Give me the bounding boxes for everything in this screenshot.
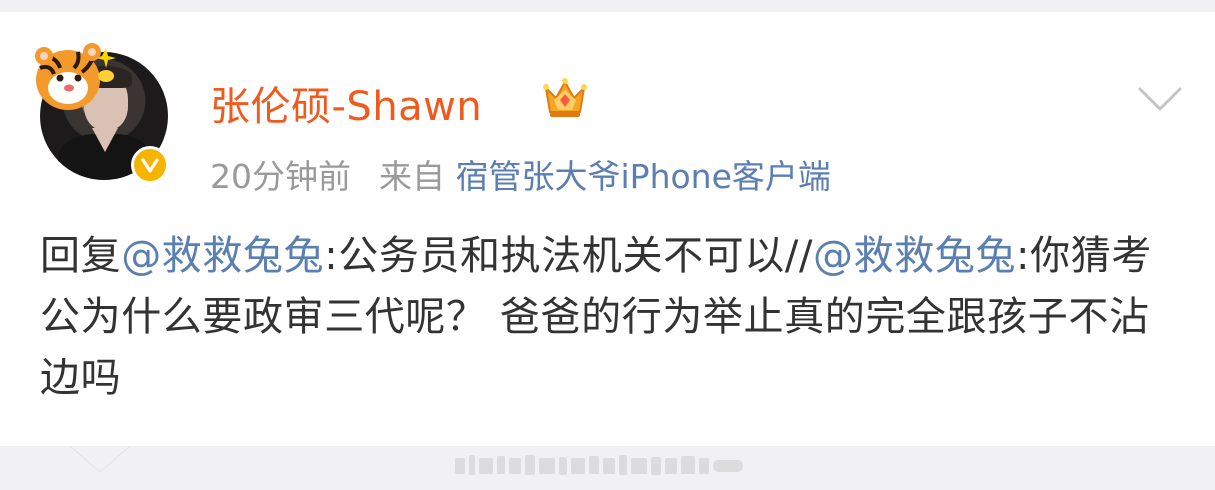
- verified-badge-icon: [131, 146, 169, 184]
- vip-crown-icon[interactable]: [540, 74, 590, 124]
- weibo-post-card: 张伦硕-Shawn 20分钟前 来自 宿管张大爷iPhone客户端 回复@救救兔兔…: [0, 12, 1215, 446]
- blurred-watermark: [455, 455, 743, 475]
- username-link[interactable]: 张伦硕-Shawn: [210, 74, 482, 132]
- post-timestamp[interactable]: 20分钟前: [210, 157, 351, 196]
- chevron-down-icon[interactable]: [1137, 84, 1183, 114]
- comment-pointer-icon: [70, 446, 130, 473]
- reply-prefix: 回复: [40, 233, 122, 279]
- tiger-avatar-frame-icon: [35, 43, 116, 110]
- user-avatar-wrapper[interactable]: [30, 38, 175, 188]
- post-content: 回复@救救兔兔:公务员和执法机关不可以//@救救兔兔:你猜考公为什么要政审三代呢…: [40, 226, 1180, 409]
- source-prefix: 来自: [379, 157, 445, 196]
- mention-link[interactable]: @救救兔兔: [813, 233, 1016, 279]
- content-text: :公务员和执法机关不可以//: [324, 233, 814, 279]
- mention-link[interactable]: @救救兔兔: [121, 233, 324, 279]
- post-meta: 20分钟前 来自 宿管张大爷iPhone客户端: [210, 150, 831, 198]
- source-client-link[interactable]: 宿管张大爷iPhone客户端: [456, 157, 831, 196]
